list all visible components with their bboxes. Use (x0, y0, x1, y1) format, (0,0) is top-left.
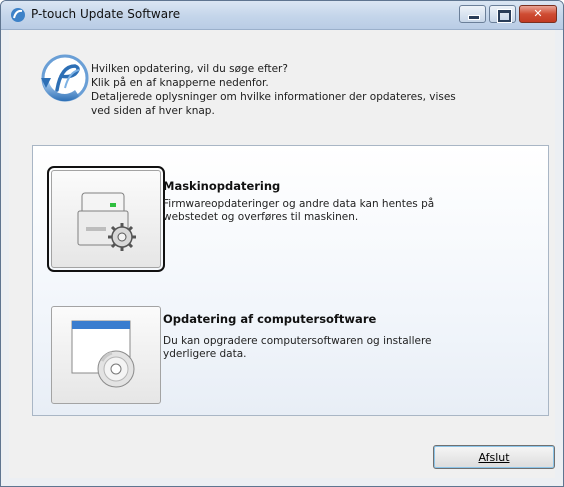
close-icon: ✕ (533, 7, 543, 20)
machine-update-title: Maskinopdatering (163, 179, 281, 193)
title-bar[interactable]: P-touch Update Software ✕ (1, 1, 563, 30)
exit-button[interactable]: Afslut (433, 445, 555, 469)
intro-text: Hvilken opdatering, vil du søge efter? K… (91, 62, 456, 118)
description-line: webstedet og overføres til maskinen. (163, 211, 359, 223)
options-panel: Maskinopdatering Firmwareopdateringer og… (32, 145, 549, 416)
window-title: P-touch Update Software (31, 7, 181, 21)
window-cd-icon (71, 320, 135, 388)
minimize-button[interactable] (459, 5, 486, 23)
exit-button-label: Afslut (478, 450, 510, 464)
computer-software-update-title: Opdatering af computersoftware (163, 312, 377, 326)
update-window: P-touch Update Software ✕ Hvilken opdate… (0, 0, 564, 487)
close-window-button[interactable]: ✕ (519, 5, 557, 23)
maximize-button[interactable] (489, 5, 516, 23)
description-line: Du kan opgradere computersoftwaren og in… (163, 335, 432, 347)
intro-line: Detaljerede oplysninger om hvilke inform… (91, 91, 456, 103)
intro-line: ved siden af hver knap. (91, 105, 215, 117)
update-logo-icon (41, 54, 89, 102)
intro-line: Klik på en af knapperne nedenfor. (91, 77, 269, 89)
machine-update-button[interactable] (47, 166, 165, 272)
printer-gear-icon (77, 192, 136, 251)
description-line: Firmwareopdateringer og andre data kan h… (163, 198, 435, 210)
computer-software-update-button[interactable] (51, 306, 161, 404)
maximize-icon (498, 10, 511, 22)
computer-software-update-description: Du kan opgradere computersoftwaren og in… (163, 335, 432, 361)
minimize-icon (468, 15, 480, 20)
machine-update-description: Firmwareopdateringer og andre data kan h… (163, 198, 434, 224)
description-line: yderligere data. (163, 348, 247, 360)
app-icon (11, 8, 25, 22)
intro-line: Hvilken opdatering, vil du søge efter? (91, 63, 288, 75)
